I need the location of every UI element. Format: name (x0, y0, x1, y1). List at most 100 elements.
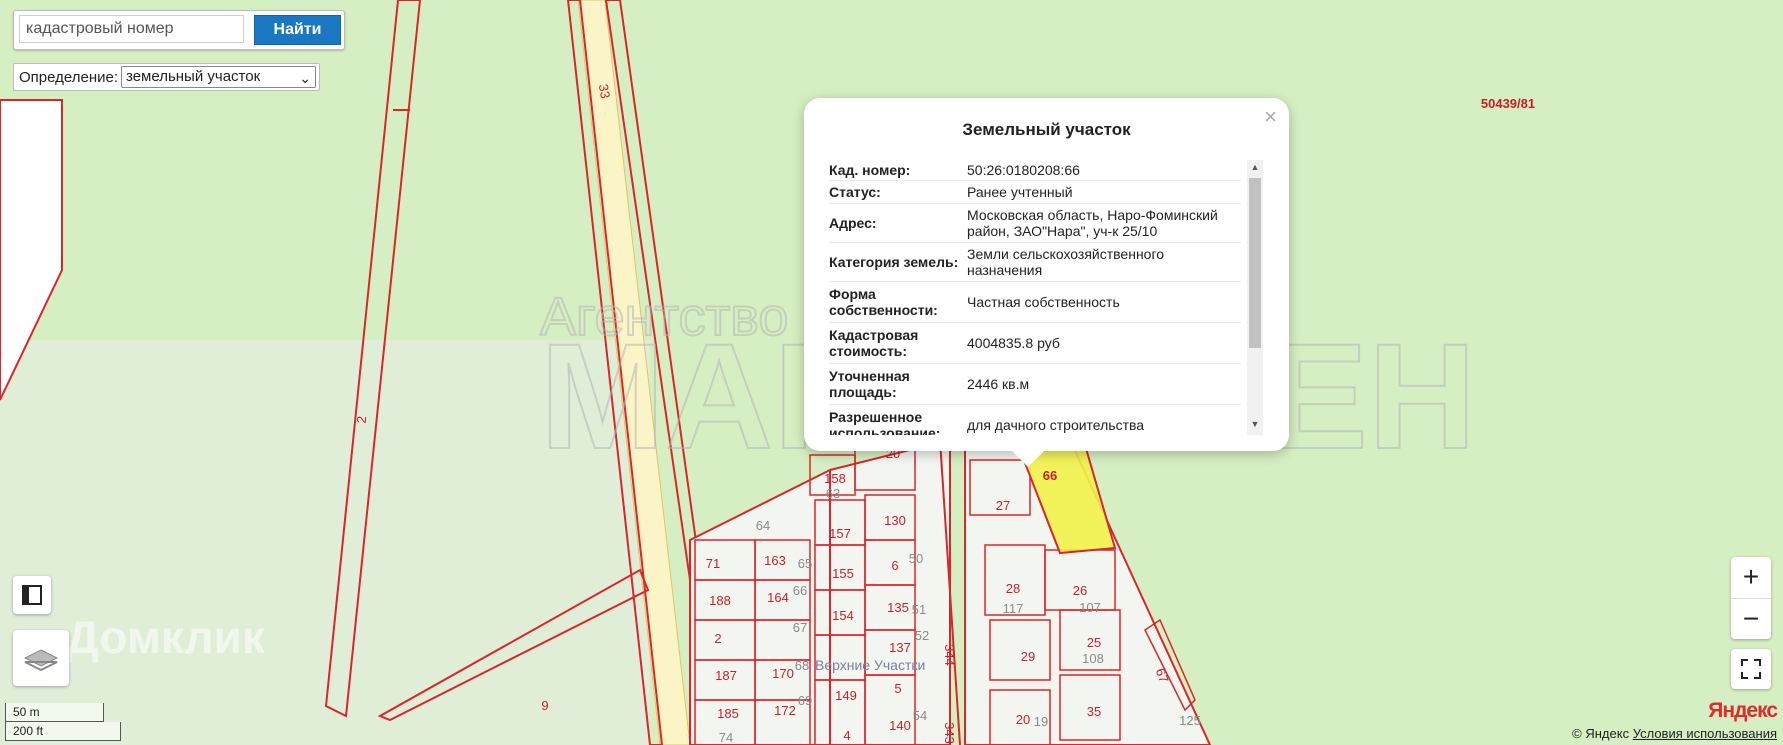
parcel-number-label: 135 (887, 600, 909, 615)
scroll-thumb[interactable] (1249, 178, 1261, 348)
parcel-number-label: 185 (717, 706, 739, 721)
info-key: Разрешенное использование: (829, 409, 941, 435)
parcel-number-label: 26 (1073, 583, 1087, 598)
scale-imperial: 200 ft (5, 722, 121, 741)
info-value: Московская область, Наро-Фоминский район… (967, 207, 1218, 239)
popup-scrollbar[interactable]: ▲ ▼ (1247, 160, 1263, 435)
info-key: Адрес: (829, 215, 877, 231)
parcel-number-label: 117 (1003, 601, 1024, 616)
parcel-number-label: 107 (1079, 600, 1101, 615)
attribution: © Яндекс Условия использования (1572, 726, 1777, 741)
ruler-button[interactable] (13, 576, 51, 614)
parcel-number-label: 63 (826, 486, 840, 501)
parcel-info-table: Кад. номер: 50:26:0180208:66 Статус: Ранее… (829, 160, 1241, 435)
info-value: Ранее учтенный (967, 184, 1073, 200)
zoom-in-button[interactable]: + (1731, 557, 1771, 599)
parcel-number-label: 154 (832, 608, 854, 623)
definition-selected: земельный участок (126, 68, 261, 85)
parcel-number-label: 130 (884, 513, 906, 528)
parcel-number-label: 67 (793, 620, 807, 635)
scale-metric: 50 m (5, 703, 104, 722)
search-panel: Найти (13, 10, 345, 50)
road-label-2: 2 (354, 415, 370, 424)
chevron-down-icon: ⌄ (299, 70, 311, 86)
copyright-text: © Яндекс (1572, 726, 1630, 741)
ruler-icon (22, 585, 42, 605)
scale-bar: 50 m 200 ft (5, 703, 121, 741)
zoom-control: + − (1731, 557, 1771, 639)
parcel-number-label: 155 (832, 566, 854, 581)
info-row: Статус: Ранее учтенный (829, 181, 1241, 204)
parcel-number-label: 66 (793, 583, 807, 598)
parcel-number-label: 187 (715, 668, 737, 683)
layers-icon (23, 649, 59, 672)
parcel-number-label: 52 (915, 628, 929, 643)
parcel-number-label: 163 (764, 553, 786, 568)
parcel-number-label: 4 (843, 728, 850, 743)
parcel-number-label: 65 (798, 556, 812, 571)
parcel-number-label: 54 (913, 708, 927, 723)
popup-title: Земельный участок (962, 120, 1131, 139)
parcel-number-label: 172 (774, 703, 796, 718)
definition-select[interactable]: земельный участок ⌄ (121, 66, 316, 88)
info-row: Кадастровая стоимость: 4004835.8 руб (829, 323, 1241, 364)
parcel-number-label: 140 (889, 718, 911, 733)
layers-button[interactable] (13, 630, 69, 686)
info-row: Разрешенное использование: для дачного ст… (829, 405, 1241, 435)
parcel-number-label: 149 (835, 688, 857, 703)
parcel-number-label: 19 (1034, 714, 1048, 729)
parcel-number-label: 170 (772, 666, 794, 681)
parcel-number-label: 68 (795, 658, 809, 673)
definition-panel: Определение: земельный участок ⌄ (13, 63, 320, 91)
parcel-number-label: 51 (912, 602, 926, 617)
parcel-number-label: 2 (714, 631, 721, 646)
info-value: Земли сельскохозяйственного назначения (967, 246, 1165, 278)
scroll-down-icon[interactable]: ▼ (1247, 419, 1263, 433)
parcel-ref-label: 50439/81 (1481, 96, 1535, 111)
parcel-number-label: 25 (1087, 635, 1101, 650)
parcel-number-label: 188 (709, 593, 731, 608)
parcel-number-label: 343 (942, 722, 957, 744)
info-key: Статус: (829, 184, 881, 200)
parcel-number-label: 5 (894, 681, 901, 696)
popup-pointer (1012, 451, 1044, 467)
search-input[interactable] (19, 15, 244, 43)
place-label: Верхние Участки (815, 657, 925, 673)
info-row: Уточненная площадь: 2446 кв.м (829, 364, 1241, 405)
info-value: Частная собственность (967, 294, 1120, 310)
parcel-number-label: 27 (996, 498, 1010, 513)
info-row: Категория земель: Земли сельскохозяйствен… (829, 243, 1241, 282)
parcel-number-label: 6 (891, 558, 898, 573)
parcel-number-label: 164 (767, 590, 789, 605)
definition-label: Определение: (19, 69, 119, 86)
terms-link[interactable]: Условия использования (1633, 726, 1777, 741)
scroll-up-icon[interactable]: ▲ (1247, 162, 1263, 176)
parcel-number-label: 344 (942, 644, 957, 666)
fullscreen-button[interactable] (1731, 649, 1771, 689)
search-button[interactable]: Найти (254, 15, 341, 45)
parcel-number-label: 29 (1021, 649, 1035, 664)
info-row: Форма собственности: Частная собственност… (829, 282, 1241, 323)
zoom-out-button[interactable]: − (1731, 599, 1771, 640)
parcel-number-label: 69 (798, 693, 812, 708)
parcel-number-label: 71 (706, 556, 720, 571)
info-key: Кадастровая стоимость: (829, 327, 919, 359)
info-row: Кад. номер: 50:26:0180208:66 (829, 160, 1241, 181)
info-key: Категория земель: (829, 254, 959, 270)
parcel-number-label: 20 (1016, 712, 1030, 727)
info-key: Уточненная площадь: (829, 368, 910, 400)
info-value: для дачного строительства (967, 417, 1145, 433)
parcel-number-label: 50 (909, 551, 923, 566)
parcel-number-label: 125 (1179, 713, 1201, 728)
info-row: Адрес: Московская область, Наро-Фоминский… (829, 204, 1241, 243)
parcel-number-label: 28 (1006, 581, 1020, 596)
parcel-number-label: 64 (756, 518, 770, 533)
fullscreen-icon (1741, 659, 1761, 679)
domclick-watermark: Домклик (66, 611, 265, 663)
parcel-number-label: 74 (719, 730, 733, 745)
parcel-number-label: 137 (889, 640, 911, 655)
info-value: 50:26:0180208:66 (967, 162, 1080, 178)
parcel-number-label: 9 (541, 698, 548, 713)
parcel-number-label: 108 (1082, 651, 1104, 666)
info-key: Кад. номер: (829, 162, 911, 178)
